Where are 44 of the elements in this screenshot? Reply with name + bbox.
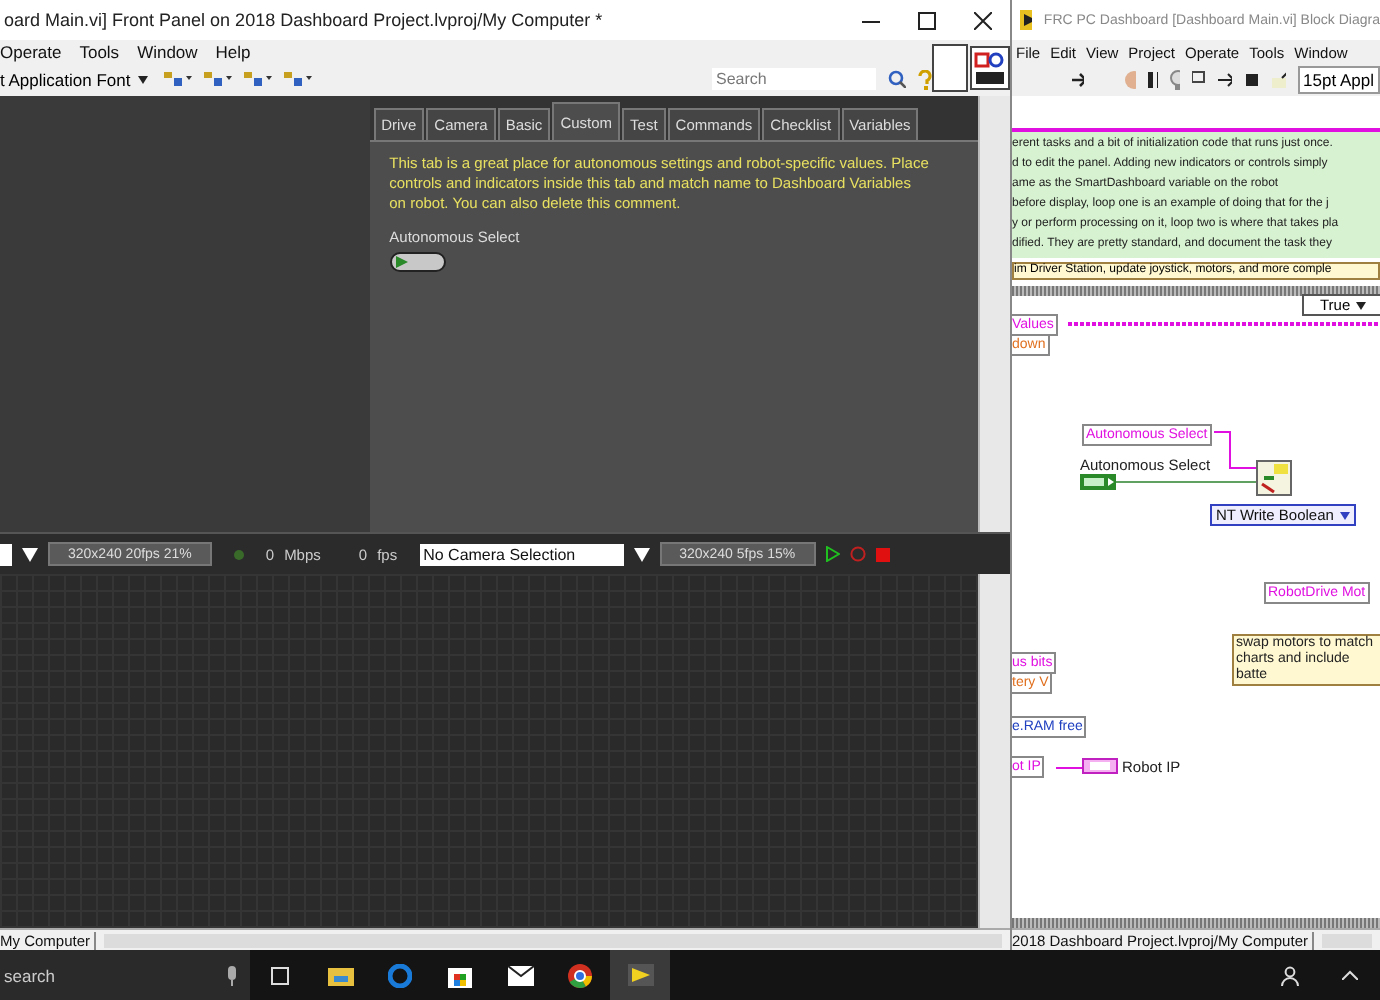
search-field[interactable]: Search (712, 68, 876, 90)
status-led (233, 549, 244, 559)
window-title: oard Main.vi] Front Panel on 2018 Dashboard Project.lvproj/My Computer * (2, 10, 605, 30)
dropdown-arrow-icon[interactable] (633, 547, 650, 561)
microphone-icon[interactable] (226, 965, 238, 985)
distribute-icon[interactable] (204, 70, 233, 88)
close-icon (973, 11, 991, 29)
caret-icon (138, 75, 149, 83)
reorder-icon[interactable] (284, 70, 313, 88)
stop-icon[interactable] (875, 547, 890, 561)
menu-item[interactable]: Help (215, 42, 251, 62)
scrollbar[interactable] (978, 96, 1010, 532)
step-into-icon[interactable] (1244, 70, 1259, 90)
toggle-switch[interactable] (389, 252, 446, 272)
dropdown-arrow-icon[interactable] (22, 547, 38, 561)
scrollbar[interactable] (1322, 933, 1372, 947)
resize-icon[interactable] (244, 70, 273, 88)
align-icon[interactable] (164, 70, 193, 88)
pause-icon[interactable] (1148, 72, 1158, 88)
step-icon[interactable] (1218, 72, 1233, 88)
search-icon[interactable] (888, 70, 906, 88)
labview-icon[interactable] (610, 950, 670, 1000)
taskbar-search-field[interactable]: search (0, 950, 250, 1000)
step-out-icon[interactable] (1270, 70, 1286, 90)
caret-icon (1356, 301, 1367, 309)
boolean-terminal-icon (1080, 474, 1116, 490)
menu-item[interactable]: Window (137, 42, 198, 62)
play-icon[interactable] (825, 546, 840, 562)
camera-field[interactable] (0, 543, 12, 565)
scrollbar[interactable] (978, 574, 1010, 928)
maximize-icon (917, 11, 935, 29)
camera-select-field[interactable]: No Camera Selection (419, 543, 624, 565)
caret-icon (1339, 511, 1350, 519)
font-dropdown[interactable]: t Application Font (0, 67, 153, 91)
run-arrow-icon[interactable] (1072, 72, 1084, 88)
function-node-icon (1256, 460, 1292, 496)
menu-item[interactable]: Tools (79, 42, 120, 62)
vi-icon-box (932, 44, 968, 92)
font-dropdown[interactable]: 15pt Appl (1297, 66, 1380, 94)
menu-item[interactable]: Operate (0, 42, 62, 62)
app-icon (1020, 10, 1032, 30)
lightbulb-icon[interactable] (1169, 70, 1181, 90)
string-terminal-icon (1082, 758, 1118, 774)
scrollbar[interactable] (104, 933, 1002, 947)
